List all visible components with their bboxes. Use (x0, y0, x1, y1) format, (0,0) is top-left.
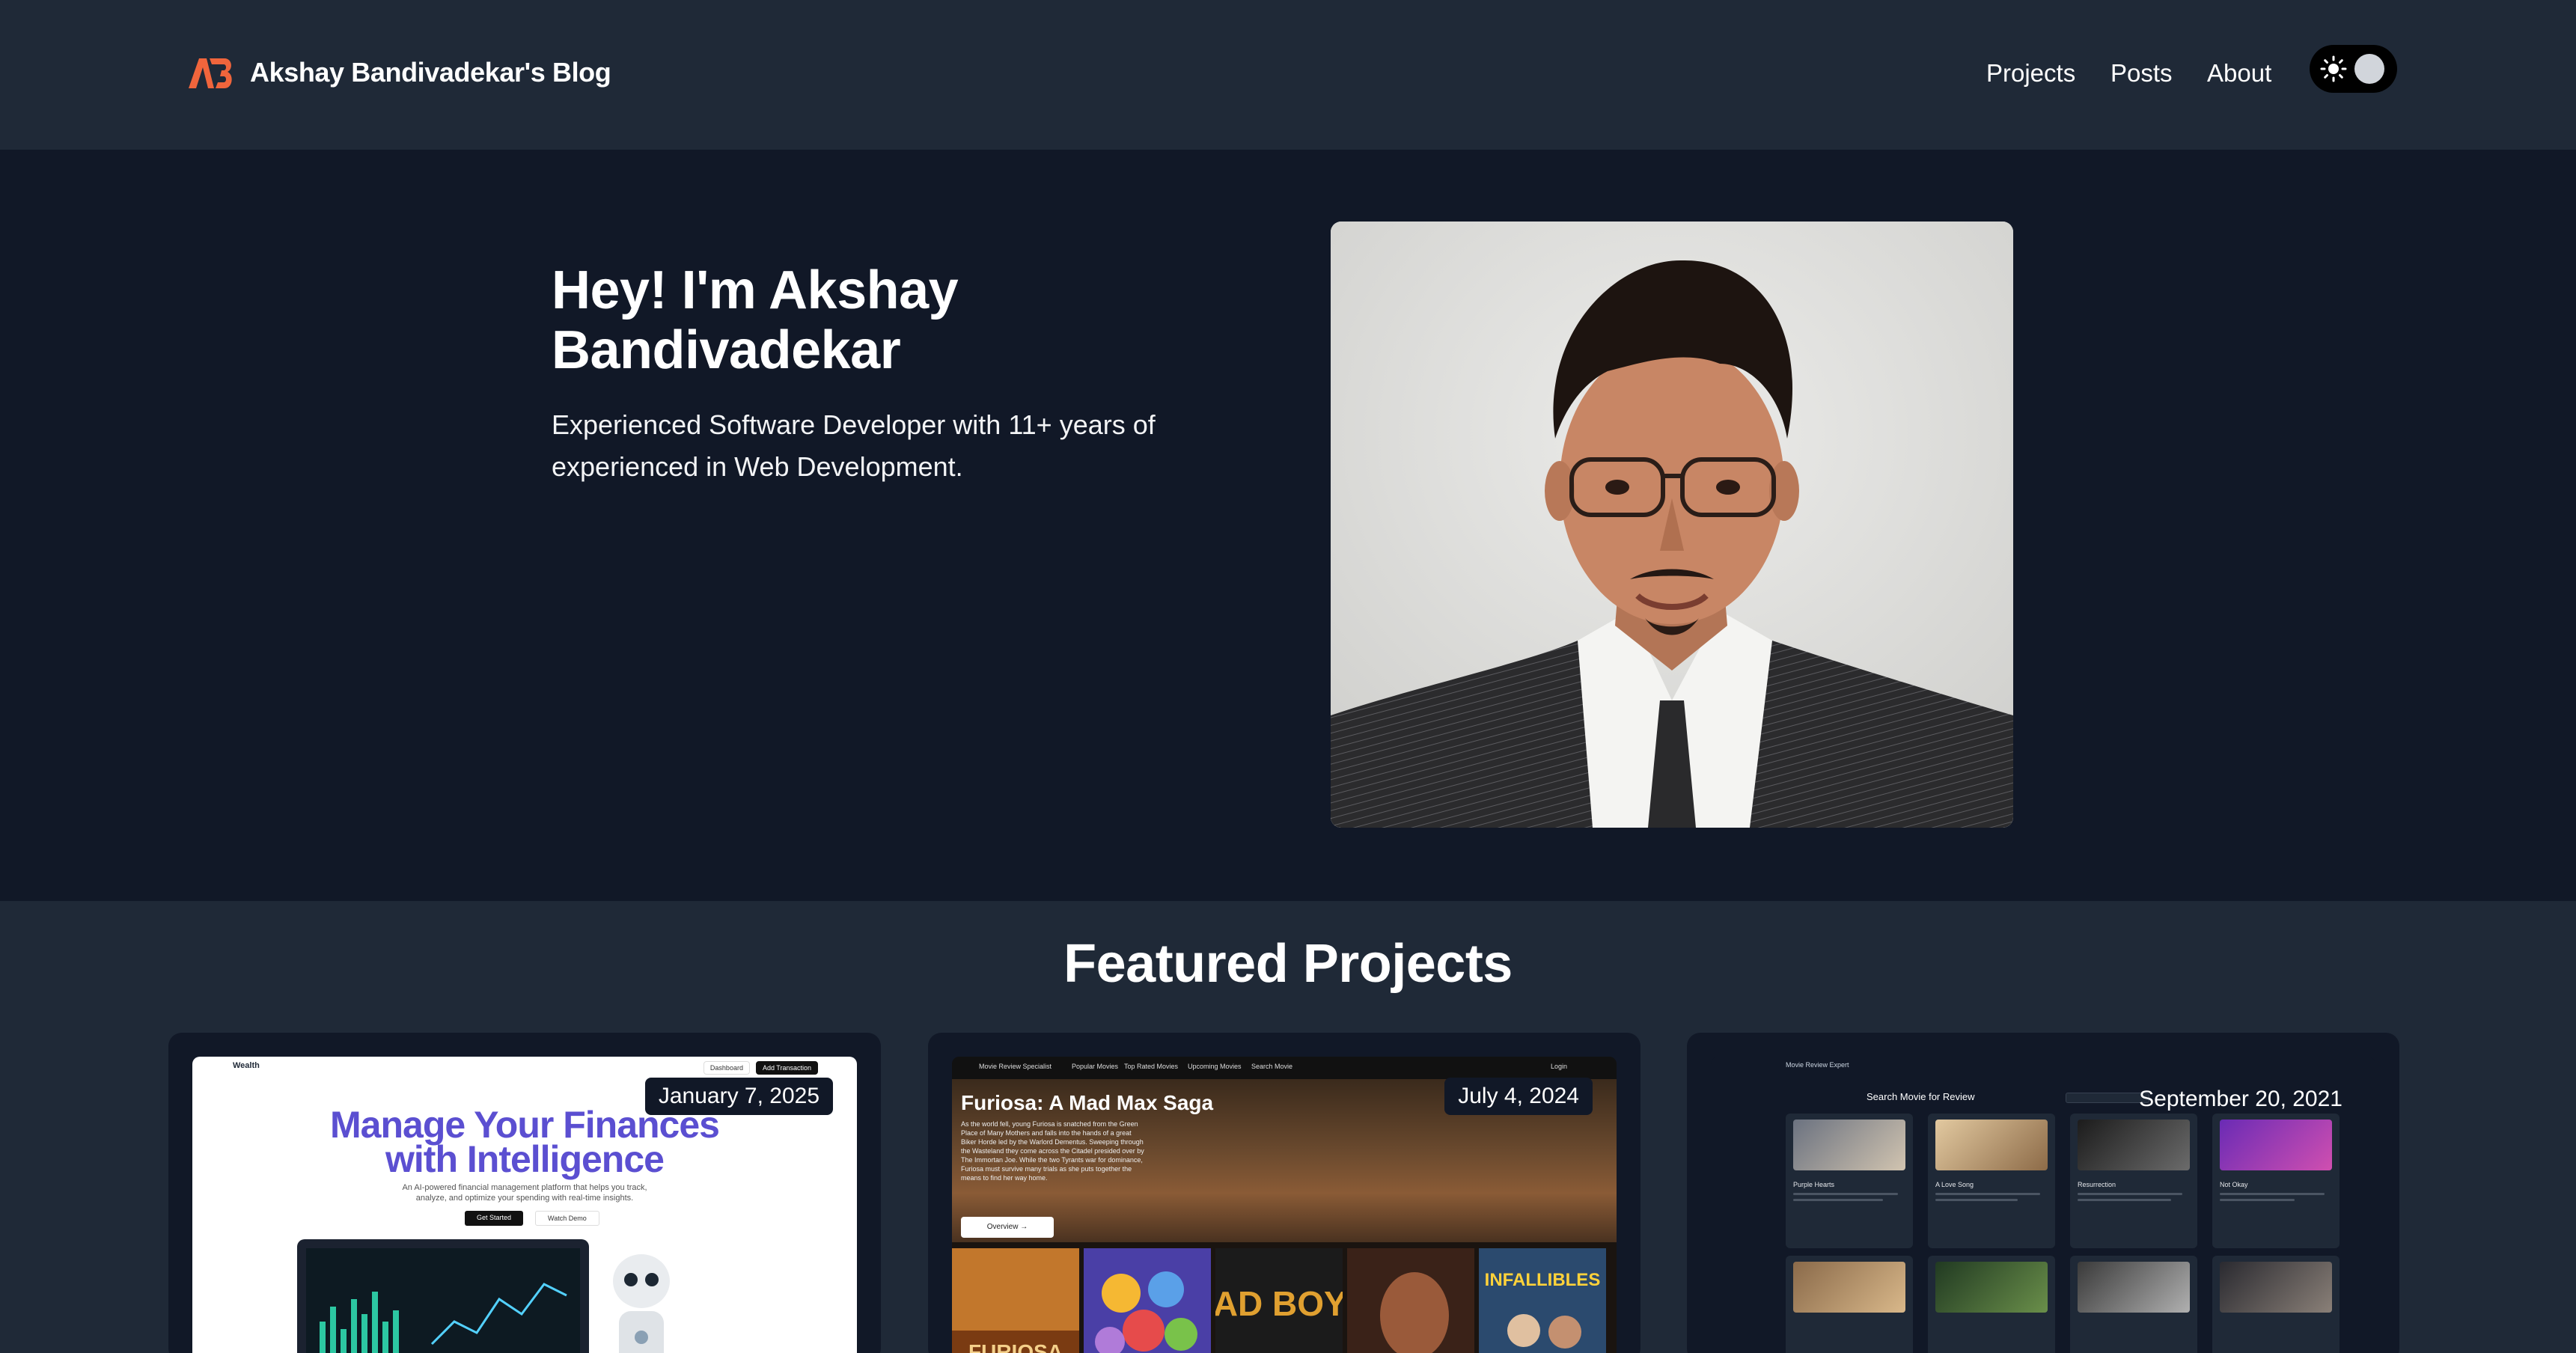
hero-subtitle: Experienced Software Developer with 11+ … (552, 409, 1156, 482)
movie-nav-top-rated: Top Rated Movies (1124, 1063, 1179, 1070)
text-line (1793, 1199, 1883, 1201)
poster-furiosa: FURIOSA (952, 1248, 1079, 1353)
featured-projects-heading: Featured Projects (1063, 934, 1513, 994)
text-line (1935, 1199, 2018, 1201)
nav-about-link[interactable]: About (2207, 57, 2271, 90)
wealth-nav: Dashboard Add Transaction (703, 1061, 818, 1075)
movie-tile: Purple Hearts (1786, 1114, 1913, 1248)
wealth-watch-demo: Watch Demo (535, 1211, 599, 1226)
project-card-wealth[interactable]: Wealth Dashboard Add Transaction Manage … (168, 1033, 881, 1353)
theme-toggle[interactable] (2310, 45, 2397, 93)
movie-thumb (1793, 1262, 1905, 1313)
poster-bad-boys: BAD BOYS (1215, 1248, 1343, 1353)
movie-tile-title: Resurrection (2078, 1181, 2116, 1188)
laptop-dashboard-image (297, 1239, 589, 1353)
wealth-description: An AI-powered financial management platf… (402, 1183, 647, 1203)
movie-tile (1928, 1256, 2055, 1353)
text-line (2078, 1193, 2182, 1195)
wealth-buttons: Get Started Watch Demo (465, 1211, 599, 1226)
ab-logo-icon[interactable] (187, 54, 235, 91)
poster-inside-out (1084, 1248, 1211, 1353)
text-line (1935, 1193, 2040, 1195)
expert-brand: Movie Review Expert (1786, 1061, 1849, 1069)
hero-title: Hey! I'm Akshay Bandivadekar (552, 260, 959, 380)
movie-login: Login (1551, 1063, 1568, 1070)
movie-nav-upcoming: Upcoming Movies (1188, 1063, 1242, 1070)
movie-description: As the world fell, young Furiosa is snat… (961, 1120, 1144, 1182)
wealth-nav-add: Add Transaction (755, 1061, 818, 1075)
movie-tile-title: Not Okay (2220, 1181, 2248, 1188)
sun-icon (2320, 55, 2347, 82)
movie-tile (2070, 1256, 2197, 1353)
text-line (2220, 1193, 2325, 1195)
wealth-nav-dashboard: Dashboard (703, 1061, 750, 1075)
text-line (2220, 1199, 2295, 1201)
text-line (2078, 1199, 2171, 1201)
project-date: July 4, 2024 (1444, 1078, 1593, 1115)
movie-nav-popular: Popular Movies (1072, 1063, 1119, 1070)
movie-tile: A Love Song (1928, 1114, 2055, 1248)
profile-photo (1331, 222, 2013, 828)
poster-bad-boys-text: BAD BOYS (1215, 1284, 1343, 1323)
movie-thumb (2220, 1262, 2332, 1313)
movie-thumb (1793, 1120, 1905, 1170)
nav-posts-link[interactable]: Posts (2110, 57, 2173, 90)
movie-nav-bar: Movie Review Specialist Popular Movies T… (952, 1057, 1617, 1079)
wealth-brand: Wealth (233, 1061, 260, 1070)
movie-nav-search: Search Movie (1251, 1063, 1293, 1070)
poster-furiosa-text: FURIOSA (968, 1340, 1063, 1353)
poster-infallibles-text: INFALLIBLES (1485, 1270, 1601, 1290)
movie-tile-title: A Love Song (1935, 1181, 1974, 1188)
movie-tile (2212, 1256, 2340, 1353)
project-card-movie-review-specialist[interactable]: Movie Review Specialist Popular Movies T… (928, 1033, 1640, 1353)
movie-thumb (1935, 1120, 2048, 1170)
project-card-movie-review-expert[interactable]: Movie Review Expert Search Movie for Rev… (1687, 1033, 2399, 1353)
toggle-knob (2354, 54, 2384, 84)
wealth-headline-line-2: with Intelligence (385, 1138, 665, 1180)
expert-search-input (2066, 1093, 2149, 1103)
movie-tile (1786, 1256, 1913, 1353)
movie-brand: Movie Review Specialist (979, 1063, 1052, 1070)
movie-thumb (2220, 1120, 2332, 1170)
poster-infallibles: INFALLIBLES (1479, 1248, 1606, 1353)
movie-tile-title: Purple Hearts (1793, 1181, 1835, 1188)
project-date: September 20, 2021 (2139, 1087, 2342, 1111)
site-title[interactable]: Akshay Bandivadekar's Blog (250, 54, 611, 91)
text-line (1793, 1193, 1898, 1195)
movie-overview-button: Overview → (961, 1217, 1054, 1238)
movie-thumb (2078, 1262, 2190, 1313)
movie-title: Furiosa: A Mad Max Saga (961, 1091, 1214, 1114)
wealth-get-started: Get Started (465, 1211, 524, 1226)
site-header: Akshay Bandivadekar's Blog Projects Post… (0, 0, 2576, 150)
movie-tile: Not Okay (2212, 1114, 2340, 1248)
robot-image (613, 1254, 670, 1353)
project-date: January 7, 2025 (644, 1078, 833, 1115)
expert-heading: Search Movie for Review (1867, 1091, 1975, 1102)
movie-thumb (1935, 1262, 2048, 1313)
movie-tile: Resurrection (2070, 1114, 2197, 1248)
nav-projects-link[interactable]: Projects (1986, 57, 2075, 90)
poster-drama (1347, 1248, 1474, 1353)
hero-section (0, 150, 2576, 901)
wealth-headline: Manage Your Finances with Intelligence (192, 1106, 857, 1180)
movie-thumb (2078, 1120, 2190, 1170)
